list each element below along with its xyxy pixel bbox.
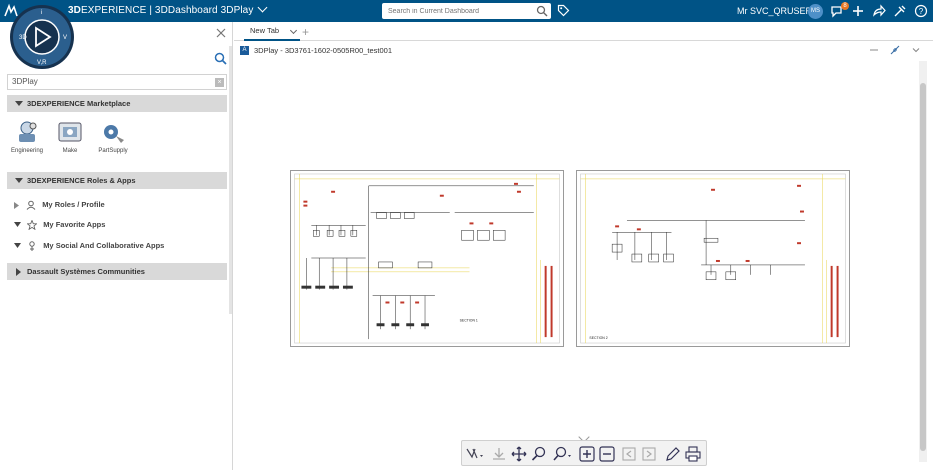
roles-item-social[interactable]: My Social And Collaborative Apps: [14, 239, 164, 253]
app-tile-make[interactable]: Make: [50, 118, 90, 154]
add-tab-icon[interactable]: +: [302, 25, 309, 39]
compass-icon[interactable]: 3D i V V,R: [9, 4, 75, 70]
sheet-2-label: SECTION 2: [589, 336, 607, 340]
zoom-area-icon[interactable]: [530, 445, 548, 463]
notification-badge: 8: [841, 2, 849, 10]
previous-page-icon[interactable]: [620, 445, 638, 463]
svg-text:?: ?: [919, 7, 924, 16]
left-panel: 3DPlay × 3DEXPERIENCE Marketplace Engine…: [0, 22, 233, 470]
drawing-sheet-1[interactable]: SECTION 1: [290, 170, 564, 347]
filter-value: 3DPlay: [12, 77, 38, 86]
print-icon[interactable]: [684, 445, 702, 463]
search-icon[interactable]: [536, 5, 548, 17]
roles-item-favorites[interactable]: My Favorite Apps: [14, 218, 105, 232]
tab-bar: New Tab +: [234, 22, 933, 41]
tag-icon[interactable]: [557, 4, 570, 17]
filter-input[interactable]: 3DPlay ×: [7, 74, 227, 90]
app-title[interactable]: 3DEXPERIENCE | 3DDashboard 3DPlay: [68, 2, 268, 16]
marketplace-header[interactable]: 3DEXPERIENCE Marketplace: [7, 95, 227, 112]
top-bar: 3DEXPERIENCE | 3DDashboard 3DPlay Mr SVC…: [0, 0, 933, 22]
chevron-down-icon[interactable]: [289, 26, 298, 35]
app-tile-partsupply[interactable]: PartSupply: [93, 118, 133, 154]
widget-title: 3DPlay - 3D3761-1602-0505R00_test001: [254, 46, 393, 55]
plus-icon[interactable]: [851, 4, 865, 18]
compass-bottom-label: V,R: [37, 60, 47, 66]
roles-item-profile[interactable]: My Roles / Profile: [14, 198, 105, 212]
tools-icon[interactable]: [893, 4, 907, 18]
search-input[interactable]: [382, 3, 532, 19]
chevron-down-icon[interactable]: [257, 2, 268, 13]
collapse-icon[interactable]: [890, 45, 900, 55]
widget-header: A 3DPlay - 3D3761-1602-0505R00_test001: [234, 41, 933, 61]
clear-filter-icon[interactable]: ×: [215, 78, 224, 87]
minimize-icon[interactable]: [869, 45, 879, 55]
engineering-icon: [19, 121, 37, 142]
left-panel-scrollbar[interactable]: [229, 46, 232, 314]
zoom-in-icon[interactable]: [578, 445, 596, 463]
widget-app-icon: A: [240, 46, 249, 55]
chevron-down-icon[interactable]: [14, 222, 21, 228]
person-icon: [26, 200, 36, 210]
zoom-icon[interactable]: [552, 445, 574, 463]
avatar[interactable]: MS: [808, 4, 823, 19]
next-page-icon[interactable]: [640, 445, 658, 463]
chevron-down-icon[interactable]: [14, 243, 21, 249]
star-icon: [27, 220, 38, 231]
viewer-toolbar: [461, 440, 707, 466]
compass-top-label: i: [41, 10, 42, 16]
app-tile-engineering[interactable]: Engineering: [7, 118, 47, 154]
communities-header[interactable]: Dassault Systèmes Communities: [7, 263, 227, 280]
help-icon[interactable]: ?: [914, 4, 928, 18]
make-icon: [58, 122, 82, 142]
partsupply-icon: [104, 125, 124, 143]
sheet-1-label: SECTION 1: [460, 318, 478, 322]
roles-apps-header[interactable]: 3DEXPERIENCE Roles & Apps: [7, 172, 227, 189]
download-icon[interactable]: [490, 445, 508, 463]
tab-new-tab[interactable]: New Tab: [244, 22, 300, 41]
dashboard-search[interactable]: [382, 3, 551, 19]
compass-left-label: 3D: [19, 35, 27, 41]
drawing-sheet-2[interactable]: SECTION 2: [576, 170, 850, 347]
viewer-scrollbar[interactable]: [919, 61, 927, 462]
share-icon[interactable]: [872, 4, 886, 18]
search-icon[interactable]: [214, 52, 227, 65]
markup-pen-icon[interactable]: [664, 445, 682, 463]
chevron-right-icon[interactable]: [14, 201, 20, 209]
social-icon: [29, 241, 35, 252]
compass-right-label: V: [63, 35, 67, 41]
select-mode-icon[interactable]: [464, 445, 486, 463]
pan-icon[interactable]: [510, 445, 528, 463]
zoom-out-icon[interactable]: [598, 445, 616, 463]
scrollbar-thumb[interactable]: [920, 83, 926, 451]
chevron-down-icon[interactable]: [911, 45, 921, 55]
user-name[interactable]: Mr SVC_QRUSER1: [737, 6, 817, 16]
close-icon[interactable]: [216, 28, 226, 38]
